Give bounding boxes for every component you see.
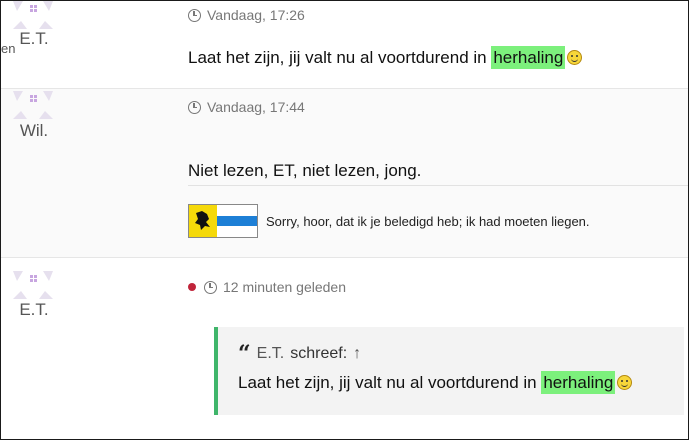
forum-thread: en E.T. Vandaag, 17:26 Laat het zijn, ji… <box>0 0 689 440</box>
signature-text: Sorry, hoor, dat ik je beledigd heb; ik … <box>266 213 590 229</box>
flag-icon <box>188 204 258 238</box>
signature-divider <box>188 185 688 186</box>
signature: Sorry, hoor, dat ik je beledigd heb; ik … <box>188 204 590 238</box>
quote-text-prefix: Laat het zijn, jij valt nu al voortduren… <box>238 373 542 392</box>
jump-to-post-link[interactable]: ↑ <box>353 345 361 363</box>
post-meta: Vandaag, 17:26 <box>188 7 305 23</box>
post-timestamp[interactable]: Vandaag, 17:44 <box>207 99 305 115</box>
avatar[interactable] <box>13 91 53 119</box>
clock-icon <box>188 100 201 114</box>
post: E.T. 12 minuten geleden “ E.T. schreef: … <box>1 259 688 439</box>
quote-author[interactable]: E.T. <box>257 345 285 363</box>
clock-icon <box>188 8 201 22</box>
quote-header: “ E.T. schreef: ↑ <box>238 341 361 367</box>
post-author[interactable]: Wil. <box>9 121 59 141</box>
post-timestamp[interactable]: 12 minuten geleden <box>223 279 346 295</box>
quote-block: “ E.T. schreef: ↑ Laat het zijn, jij val… <box>214 327 684 415</box>
post-meta: Vandaag, 17:44 <box>188 99 305 115</box>
post-author[interactable]: E.T. <box>9 29 59 49</box>
post-timestamp[interactable]: Vandaag, 17:26 <box>207 7 305 23</box>
quote-text: Laat het zijn, jij valt nu al voortduren… <box>238 371 633 394</box>
post-divider <box>1 257 688 258</box>
quote-said: schreef: <box>290 345 348 362</box>
post: Wil. Vandaag, 17:44 Niet lezen, ET, niet… <box>1 89 688 258</box>
smiley-icon <box>617 375 633 390</box>
post-meta: 12 minuten geleden <box>188 279 346 295</box>
avatar[interactable] <box>13 1 53 29</box>
post-author[interactable]: E.T. <box>9 300 59 320</box>
clock-icon <box>204 280 217 294</box>
post: en E.T. Vandaag, 17:26 Laat het zijn, ji… <box>1 1 688 88</box>
message-text: Laat het zijn, jij valt nu al voortduren… <box>188 48 492 67</box>
highlighted-word: herhaling <box>491 46 566 69</box>
highlighted-word: herhaling <box>541 371 616 394</box>
post-message: Niet lezen, ET, niet lezen, jong. <box>188 161 422 180</box>
smiley-icon <box>567 50 583 65</box>
quote-icon: “ <box>238 341 251 367</box>
unread-dot-icon <box>188 283 196 291</box>
post-message: Laat het zijn, jij valt nu al voortduren… <box>188 46 583 69</box>
avatar[interactable] <box>13 271 53 299</box>
